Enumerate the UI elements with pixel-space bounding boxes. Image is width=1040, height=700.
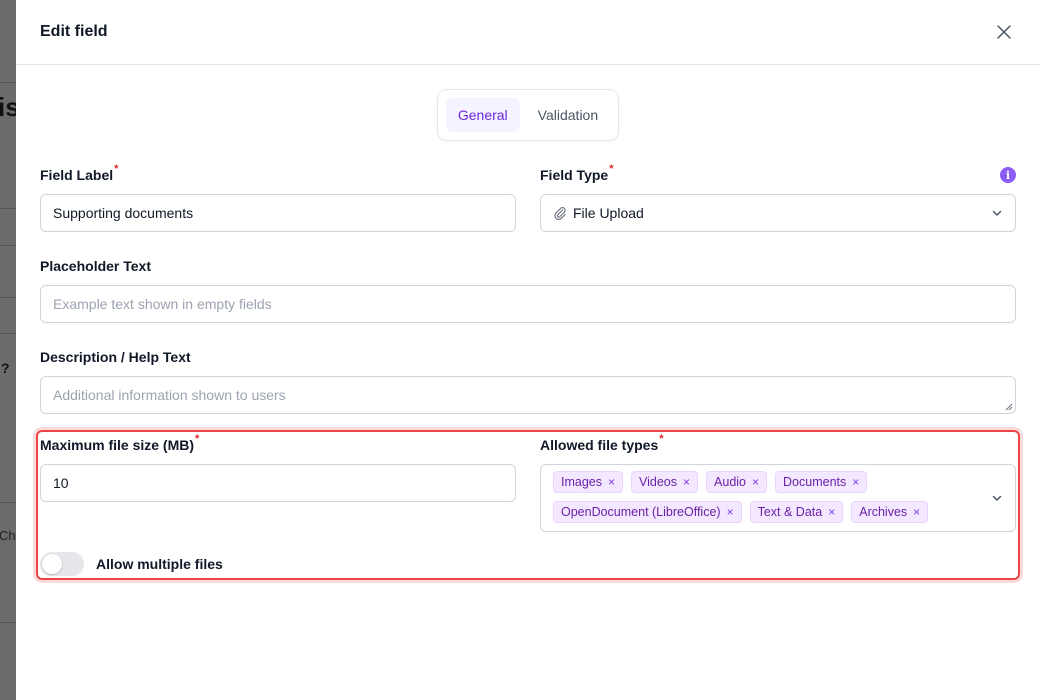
form-row: Maximum file size (MB)* 10 Allowed file … [40, 433, 1016, 532]
tabs-container: General Validation [16, 89, 1040, 141]
field-form: Field Label* Supporting documents Field … [40, 163, 1016, 414]
allow-multiple-row: Allow multiple files [40, 552, 223, 576]
tab-general[interactable]: General [445, 98, 520, 132]
tag-label: Text & Data [757, 505, 823, 519]
field-type-select[interactable]: File Upload [540, 194, 1016, 232]
field-label-text: Field Label [40, 167, 114, 183]
remove-tag-icon[interactable]: × [683, 475, 690, 489]
placeholder-label: Placeholder Text [40, 258, 152, 274]
tag-label: Audio [714, 475, 747, 489]
max-file-size-input[interactable]: 10 [40, 464, 516, 502]
tag-label: Videos [639, 475, 678, 489]
file-type-tag: Images × [553, 471, 624, 493]
background-divider [0, 208, 16, 209]
background-divider [0, 622, 16, 623]
file-type-tag: Text & Data × [749, 501, 844, 523]
remove-tag-icon[interactable]: × [828, 505, 835, 519]
background-page: is ? Ch [0, 0, 16, 700]
background-divider [0, 333, 16, 334]
max-file-size-group: Maximum file size (MB)* 10 [40, 433, 516, 532]
required-mark: * [659, 433, 664, 445]
field-label-label: Field Label* [40, 163, 516, 185]
tag-label: Archives [859, 505, 908, 519]
file-type-tag: Videos × [631, 471, 699, 493]
required-mark: * [195, 433, 200, 445]
max-file-size-value: 10 [53, 475, 69, 491]
description-placeholder: Additional information shown to users [53, 387, 286, 403]
chevron-down-icon[interactable] [991, 492, 1003, 504]
allowed-file-types-text: Allowed file types [540, 437, 659, 453]
remove-tag-icon[interactable]: × [608, 475, 615, 489]
background-divider [0, 82, 16, 83]
paperclip-icon [554, 207, 566, 220]
file-type-tag: Audio × [706, 471, 768, 493]
field-type-group: Field Type* i File Upload [540, 163, 1016, 232]
description-textarea[interactable]: Additional information shown to users [40, 376, 1016, 414]
allow-multiple-label: Allow multiple files [96, 556, 223, 572]
close-button[interactable] [992, 20, 1016, 44]
allowed-file-types-label: Allowed file types* [540, 433, 1016, 455]
field-type-text: Field Type [540, 167, 609, 183]
required-mark: * [609, 163, 614, 175]
allow-multiple-toggle[interactable] [40, 552, 84, 576]
tab-validation[interactable]: Validation [526, 98, 610, 132]
max-file-size-label: Maximum file size (MB)* [40, 433, 516, 455]
dialog-title: Edit field [40, 23, 108, 40]
file-type-tag: OpenDocument (LibreOffice) × [553, 501, 742, 523]
tag-label: Images [561, 475, 602, 489]
field-label-group: Field Label* Supporting documents [40, 163, 516, 232]
info-icon[interactable]: i [1000, 167, 1016, 183]
edit-field-dialog: Edit field General Validation Field Labe… [16, 0, 1040, 700]
file-type-tag: Documents × [775, 471, 868, 493]
placeholder-group: Placeholder Text Example text shown in e… [40, 256, 1016, 323]
field-type-label: Field Type* i [540, 163, 1016, 185]
background-divider [0, 245, 16, 246]
background-divider [0, 297, 16, 298]
placeholder-input-placeholder: Example text shown in empty fields [53, 296, 272, 312]
close-icon [997, 25, 1011, 39]
background-divider [0, 502, 16, 503]
field-label-input[interactable]: Supporting documents [40, 194, 516, 232]
field-label-value: Supporting documents [53, 205, 194, 221]
background-text: ? [1, 360, 10, 376]
remove-tag-icon[interactable]: × [852, 475, 859, 489]
required-mark: * [114, 163, 119, 175]
tab-bar: General Validation [436, 89, 620, 141]
remove-tag-icon[interactable]: × [727, 505, 734, 519]
background-text: is [0, 92, 16, 122]
tag-label: Documents [783, 475, 847, 489]
file-type-tag: Archives × [851, 501, 929, 523]
max-file-size-text: Maximum file size (MB) [40, 437, 195, 453]
file-settings-row: Maximum file size (MB)* 10 Allowed file … [40, 433, 1016, 532]
toggle-knob [42, 554, 62, 574]
dialog-header: Edit field [16, 0, 1040, 65]
chevron-down-icon [992, 210, 1002, 216]
description-label: Description / Help Text [40, 349, 191, 365]
allowed-file-types-multiselect[interactable]: Images × Videos × Audio × Documents × OpenDo… [540, 464, 1016, 532]
tag-label: OpenDocument (LibreOffice) [561, 505, 721, 519]
remove-tag-icon[interactable]: × [913, 505, 920, 519]
remove-tag-icon[interactable]: × [752, 475, 759, 489]
resize-handle-icon[interactable] [1005, 403, 1013, 411]
background-text: Ch [0, 528, 16, 543]
field-type-value: File Upload [573, 205, 644, 221]
form-row: Field Label* Supporting documents Field … [40, 163, 1016, 232]
description-group: Description / Help Text Additional infor… [40, 347, 1016, 414]
allowed-file-types-group: Allowed file types* Images × Videos × Audi… [540, 433, 1016, 532]
placeholder-input[interactable]: Example text shown in empty fields [40, 285, 1016, 323]
